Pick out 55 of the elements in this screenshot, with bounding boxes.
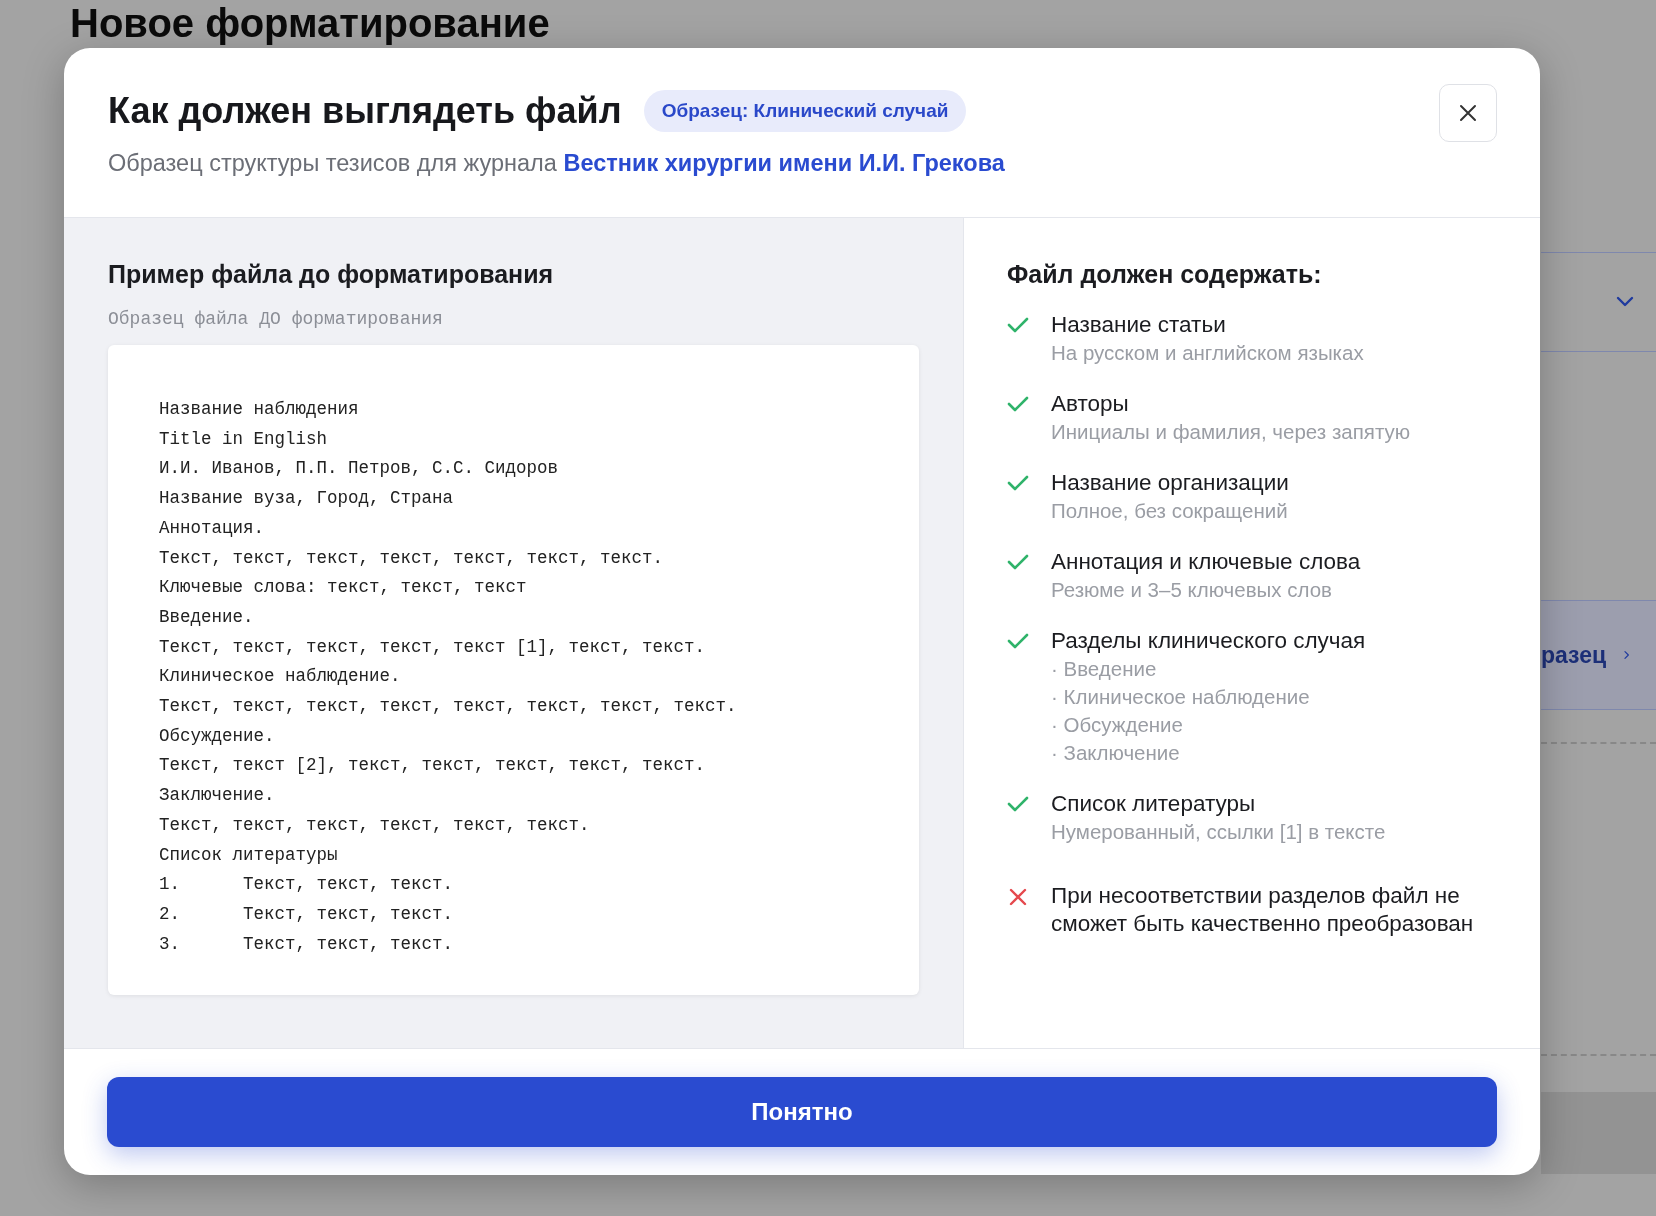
requirement-title: Название статьи <box>1051 311 1227 339</box>
section-heading: Файл должен содержать: <box>1007 260 1323 289</box>
check-icon <box>1007 554 1029 570</box>
requirement-note: Полное, без сокращений <box>1051 498 1289 524</box>
section-heading: Пример файла до форматирования <box>108 260 555 289</box>
chevron-down-icon <box>1616 296 1634 308</box>
sample-badge: Образец: Клинический случай <box>643 90 967 132</box>
check-icon <box>1007 796 1029 812</box>
requirement-note: Инициалы и фамилия, через запятую <box>1051 419 1411 445</box>
file-line: Название вуза, Город, Страна <box>159 487 455 511</box>
close-button[interactable] <box>1439 84 1497 142</box>
requirement-note: На русском и английском языках <box>1051 340 1364 366</box>
check-icon <box>1007 633 1029 649</box>
requirement-title: При несоответствии разделов файл не сможет быть качественно преобразован <box>1051 882 1475 938</box>
file-line: Текст, текст, текст, текст, текст, текст. <box>159 813 591 837</box>
file-line: Введение. <box>159 605 255 629</box>
file-line: 1. Текст, текст, текст. <box>159 873 455 897</box>
check-icon <box>1007 396 1029 412</box>
file-caption: Образец файла ДО форматирования <box>108 309 444 329</box>
requirement-bullet: · Клиническое наблюдение <box>1051 684 1311 710</box>
page-title: Новое форматирование <box>69 0 551 46</box>
confirm-button[interactable]: Понятно <box>107 1077 1497 1147</box>
file-line: Название наблюдения <box>159 398 360 421</box>
dialog-title: Как должен выглядеть файл <box>108 90 622 132</box>
file-line: Клиническое наблюдение. <box>159 665 402 689</box>
requirement-bullet: · Введение <box>1051 656 1158 682</box>
file-line: Текст, текст [2], текст, текст, текст, текст, текст. <box>159 754 707 778</box>
file-line: Title in English <box>159 427 329 451</box>
requirement-note: Резюме и 3–5 ключевых слов <box>1051 577 1333 603</box>
requirement-title: Аннотация и ключевые слова <box>1051 548 1361 576</box>
cross-icon <box>1007 888 1029 906</box>
file-line: И.И. Иванов, П.П. Петров, С.С. Сидоров <box>159 457 560 481</box>
file-line: Текст, текст, текст, текст, текст [1], текст, текст. <box>159 635 707 659</box>
requirement-title: Название организации <box>1051 469 1289 497</box>
file-line: 2. Текст, текст, текст. <box>159 902 455 926</box>
close-icon <box>1458 103 1478 123</box>
file-line: 3. Текст, текст, текст. <box>159 932 455 956</box>
file-line: Текст, текст, текст, текст, текст, текст, текст, текст. <box>159 695 738 719</box>
check-icon <box>1007 317 1029 333</box>
file-line: Обсуждение. <box>159 724 276 748</box>
requirement-bullet: · Обсуждение <box>1051 712 1184 738</box>
requirement-title: Разделы клинического случая <box>1051 627 1366 655</box>
file-line: Заключение. <box>159 784 276 808</box>
file-line: Текст, текст, текст, текст, текст, текст, текст. <box>159 546 665 570</box>
requirement-note: Нумерованный, ссылки [1] в тексте <box>1051 819 1386 845</box>
requirement-bullet: · Заключение <box>1051 740 1181 766</box>
sample-button[interactable]: разец <box>1541 600 1656 710</box>
file-line: Список литературы <box>159 843 339 867</box>
file-line: Ключевые слова: текст, текст, текст <box>159 576 528 600</box>
requirement-title: Авторы <box>1051 390 1130 418</box>
journal-link[interactable]: Вестник хирургии имени И.И. Грекова <box>563 150 1005 176</box>
dialog-subtitle: Образец структуры тезисов для журнала Вестник хирургии имени И.И. Грекова <box>108 150 1006 177</box>
check-icon <box>1007 475 1029 491</box>
requirement-title: Список литературы <box>1051 790 1257 818</box>
file-line: Аннотация. <box>159 516 266 540</box>
